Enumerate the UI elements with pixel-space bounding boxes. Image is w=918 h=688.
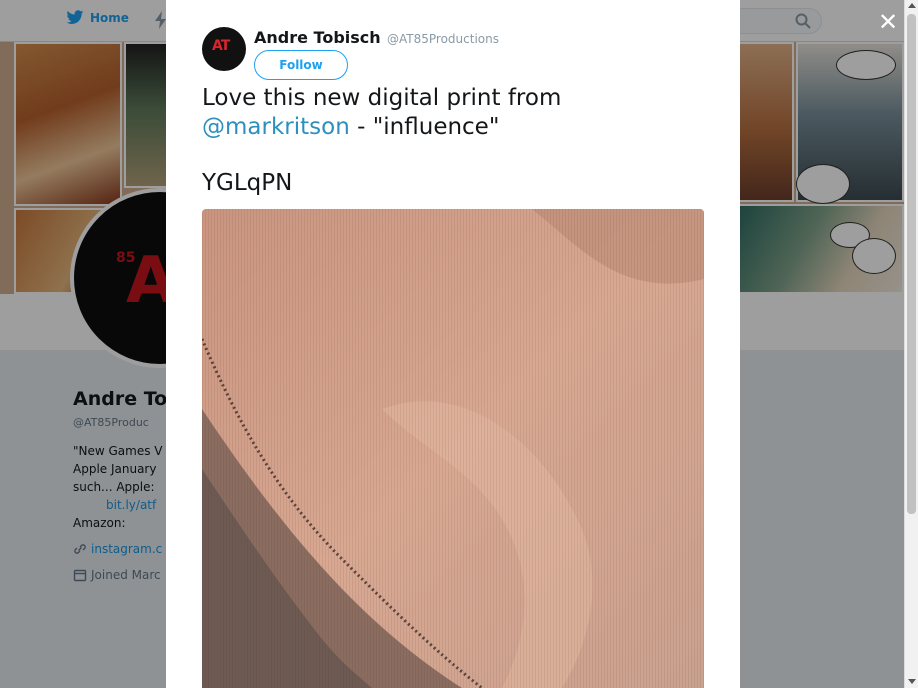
tweet-author-avatar[interactable]: AT (202, 27, 246, 71)
page-scrollbar[interactable] (904, 0, 918, 688)
scroll-down-arrow-icon[interactable] (908, 679, 916, 684)
close-icon: ✕ (877, 8, 899, 36)
tweet-author-handle[interactable]: @AT85Productions (387, 32, 499, 46)
tweet-author-name[interactable]: Andre Tobisch (254, 28, 381, 47)
tweet-text-part: Love this new digital print from (202, 85, 562, 111)
scrollbar-thumb[interactable] (907, 14, 916, 514)
follow-button[interactable]: Follow (254, 50, 348, 80)
close-modal-button[interactable]: ✕ (876, 10, 900, 34)
tweet-text-part: - "influence" (349, 114, 500, 140)
tweet-author-avatar-text: AT (212, 38, 230, 54)
tweet-photo[interactable] (202, 209, 704, 688)
scroll-up-arrow-icon[interactable] (908, 3, 916, 8)
tweet-text: Love this new digital print from @markri… (202, 84, 702, 142)
digital-print-image (202, 209, 704, 688)
tweet-code-text: YGLqPN (202, 170, 293, 196)
tweet-modal: AT Andre Tobisch @AT85Productions Follow… (166, 0, 740, 688)
tweet-mention-link[interactable]: @markritson (202, 114, 350, 140)
